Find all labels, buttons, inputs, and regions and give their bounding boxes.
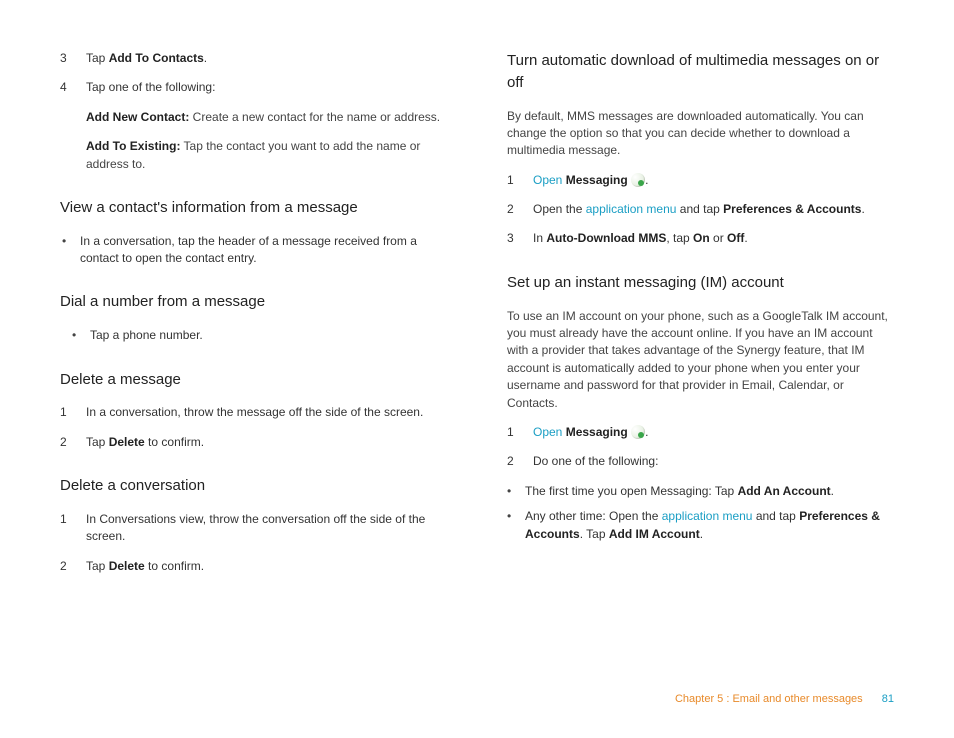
step-1: 1 In a conversation, throw the message o… [60,404,447,421]
chapter-label: Chapter 5 : Email and other messages [675,693,863,705]
step-1: 1 Open Messaging . [507,172,894,189]
messaging-icon [631,173,645,187]
step-number: 3 [60,50,86,67]
mms-steps: 1 Open Messaging . 2 Open the applicatio… [507,172,894,248]
intro-steps: 3 Tap Add To Contacts. 4 Tap one of the … [60,50,447,97]
step-text: Tap Add To Contacts. [86,50,447,67]
mms-body: By default, MMS messages are downloaded … [507,108,894,160]
application-menu-link[interactable]: application menu [662,509,753,523]
step-2: 2 Tap Delete to confirm. [60,558,447,575]
heading-dial-number: Dial a number from a message [60,291,447,313]
step-text: Tap one of the following: [86,79,447,96]
step-number: 2 [507,453,533,470]
step-3: 3 In Auto-Download MMS, tap On or Off. [507,230,894,247]
page-footer: Chapter 5 : Email and other messages 81 [675,692,894,708]
dial-number-list: Tap a phone number. [60,327,447,344]
step-number: 4 [60,79,86,96]
step-number: 2 [507,201,533,218]
left-column: 3 Tap Add To Contacts. 4 Tap one of the … [60,50,447,587]
step-1: 1 In Conversations view, throw the conve… [60,511,447,546]
heading-delete-message: Delete a message [60,369,447,391]
delete-message-steps: 1 In a conversation, throw the message o… [60,404,447,451]
step-number: 1 [60,511,86,546]
sub-options: Add New Contact: Create a new contact fo… [60,109,447,173]
step-1: 1 Open Messaging . [507,424,894,441]
step-number: 2 [60,434,86,451]
step-text: Open the application menu and tap Prefer… [533,201,894,218]
page: 3 Tap Add To Contacts. 4 Tap one of the … [0,0,954,738]
step-text: Tap Delete to confirm. [86,434,447,451]
step-text: In a conversation, throw the message off… [86,404,447,421]
sub-option-add-existing: Add To Existing: Tap the contact you wan… [86,138,447,173]
im-sub-options: The first time you open Messaging: Tap A… [507,483,894,543]
application-menu-link[interactable]: application menu [586,202,677,216]
step-text: Open Messaging . [533,172,894,189]
sub-option-add-new: Add New Contact: Create a new contact fo… [86,109,447,126]
columns: 3 Tap Add To Contacts. 4 Tap one of the … [60,50,894,587]
messaging-icon [631,425,645,439]
step-number: 2 [60,558,86,575]
step-text: Do one of the following: [533,453,894,470]
step-2: 2 Open the application menu and tap Pref… [507,201,894,218]
im-steps: 1 Open Messaging . 2 Do one of the follo… [507,424,894,471]
open-link[interactable]: Open [533,173,562,187]
step-2: 2 Do one of the following: [507,453,894,470]
list-item: Tap a phone number. [70,327,447,344]
right-column: Turn automatic download of multimedia me… [507,50,894,587]
heading-delete-conversation: Delete a conversation [60,475,447,497]
step-number: 1 [507,172,533,189]
heading-mms-download: Turn automatic download of multimedia me… [507,50,894,94]
step-text: Open Messaging . [533,424,894,441]
list-item: Any other time: Open the application men… [507,508,894,543]
view-contact-list: In a conversation, tap the header of a m… [60,233,447,268]
step-number: 1 [507,424,533,441]
step-text: In Auto-Download MMS, tap On or Off. [533,230,894,247]
step-number: 1 [60,404,86,421]
step-3: 3 Tap Add To Contacts. [60,50,447,67]
list-item: In a conversation, tap the header of a m… [60,233,447,268]
page-number: 81 [882,693,894,705]
delete-conversation-steps: 1 In Conversations view, throw the conve… [60,511,447,575]
im-body: To use an IM account on your phone, such… [507,308,894,412]
step-text: In Conversations view, throw the convers… [86,511,447,546]
step-number: 3 [507,230,533,247]
step-text: Tap Delete to confirm. [86,558,447,575]
open-link[interactable]: Open [533,425,562,439]
heading-view-contact: View a contact's information from a mess… [60,197,447,219]
list-item: The first time you open Messaging: Tap A… [507,483,894,500]
step-4: 4 Tap one of the following: [60,79,447,96]
step-2: 2 Tap Delete to confirm. [60,434,447,451]
heading-im-account: Set up an instant messaging (IM) account [507,272,894,294]
